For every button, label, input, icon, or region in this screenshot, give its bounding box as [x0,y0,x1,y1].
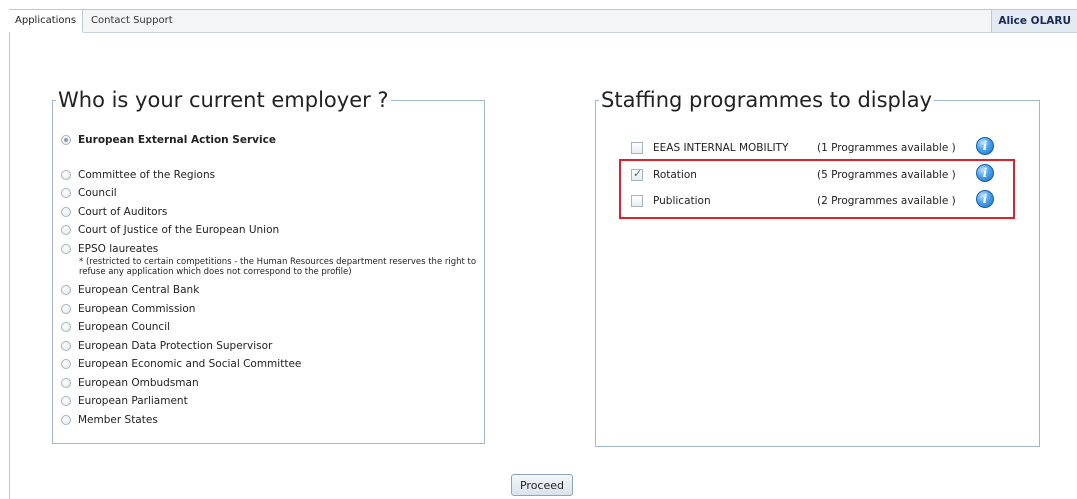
page-border [9,32,10,499]
epso-note: * (restricted to certain competitions - … [79,257,477,277]
info-icon[interactable] [976,137,994,155]
radio-icon[interactable] [61,415,71,425]
employer-option[interactable]: European Economic and Social Committee [61,358,301,372]
user-name: Alice OLARU [991,10,1077,32]
programme-checkbox[interactable] [631,195,643,207]
employer-option-selected[interactable]: European External Action Service [61,134,276,148]
info-icon[interactable] [976,164,994,182]
programme-label: Publication [653,195,711,207]
radio-icon[interactable] [61,304,71,314]
employer-option[interactable]: EPSO laureates [61,243,158,257]
employer-option-label: Court of Justice of the European Union [78,224,280,236]
programme-checkbox[interactable] [631,167,643,181]
employer-option-label: European Data Protection Supervisor [78,340,273,352]
programmes-title: Staffing programmes to display [601,88,933,112]
programme-checkbox[interactable] [631,142,643,154]
radio-icon[interactable] [61,396,71,406]
employer-option[interactable]: European Council [61,321,170,335]
employer-option-label: European Council [78,321,171,333]
radio-icon[interactable] [61,225,71,235]
employer-option[interactable]: European Ombudsman [61,377,199,391]
radio-icon[interactable] [61,322,71,332]
employer-option[interactable]: Court of Auditors [61,206,167,220]
programme-availability: (1 Programmes available ) [817,142,956,154]
radio-icon[interactable] [61,207,71,217]
employer-option-label: Council [78,187,117,199]
employer-option-label: European Economic and Social Committee [78,358,302,370]
employer-option-label: Committee of the Regions [78,169,216,181]
employer-option-label: European External Action Service [78,134,276,146]
radio-icon[interactable] [61,135,71,145]
employer-option[interactable]: Committee of the Regions [61,169,215,183]
tab-contact-support[interactable]: Contact Support [85,10,179,32]
employer-option-label: European Central Bank [78,284,200,296]
programme-availability: (2 Programmes available ) [817,195,956,207]
proceed-button[interactable]: Proceed [511,474,573,496]
radio-icon[interactable] [61,244,71,254]
radio-icon[interactable] [61,341,71,351]
employer-option[interactable]: European Central Bank [61,284,199,298]
employer-option-label: European Ombudsman [78,377,199,389]
programme-label: Rotation [653,169,697,181]
radio-icon[interactable] [61,188,71,198]
employer-option-label: Member States [78,414,158,426]
radio-icon[interactable] [61,378,71,388]
top-tab-bar: Applications Contact Support Alice OLARU [9,9,1077,33]
tab-applications[interactable]: Applications [9,10,84,33]
employer-option[interactable]: European Commission [61,303,195,317]
employer-title: Who is your current employer ? [58,88,389,112]
radio-icon[interactable] [61,170,71,180]
employer-option[interactable]: Court of Justice of the European Union [61,224,279,238]
employer-option-label: EPSO laureates [78,243,159,255]
employer-option-label: European Parliament [78,395,188,407]
employer-option[interactable]: Member States [61,414,158,428]
employer-option-label: Court of Auditors [78,206,168,218]
radio-icon[interactable] [61,285,71,295]
employer-option-label: European Commission [78,303,196,315]
employer-option[interactable]: European Data Protection Supervisor [61,340,272,354]
programme-label: EEAS INTERNAL MOBILITY [653,142,789,154]
info-icon[interactable] [976,190,994,208]
programme-availability: (5 Programmes available ) [817,169,956,181]
radio-icon[interactable] [61,359,71,369]
employer-option[interactable]: Council [61,187,117,201]
employer-option[interactable]: European Parliament [61,395,188,409]
